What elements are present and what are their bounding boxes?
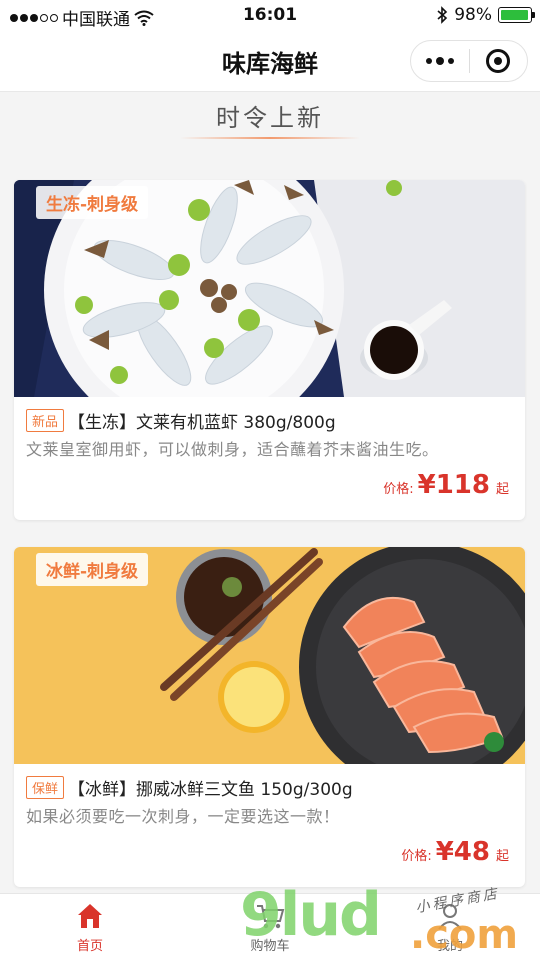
tab-label: 购物车 xyxy=(250,938,290,954)
product-description: 如果必须要吃一次刺身，一定要选这一款！ xyxy=(26,807,340,826)
new-badge: 新品 xyxy=(26,409,65,432)
user-icon xyxy=(438,903,462,930)
price-row: 价格: ¥118 起 xyxy=(383,470,509,500)
price-row: 价格: ¥48 起 xyxy=(401,837,509,867)
nav-bar: 味库海鲜 xyxy=(0,32,540,92)
product-title: 【生冻】文莱有机蓝虾 380g/800g xyxy=(68,413,336,433)
tab-profile[interactable]: 我的 xyxy=(360,894,540,960)
price-value: ¥118 xyxy=(417,470,490,500)
product-title-row: 新品 【生冻】文莱有机蓝虾 380g/800g xyxy=(26,408,336,433)
close-miniprogram-button[interactable] xyxy=(469,41,527,81)
product-card[interactable]: 冰鲜-刺身级 保鲜 【冰鲜】挪威冰鲜三文鱼 150g/300g 如果必须要吃一次… xyxy=(14,547,525,887)
tab-cart[interactable]: 购物车 xyxy=(180,894,360,960)
status-bar: 中国联通 16:01 98% xyxy=(0,0,540,32)
bluetooth-icon xyxy=(437,6,448,24)
product-tag: 冰鲜-刺身级 xyxy=(36,553,149,586)
section-underline xyxy=(180,137,360,139)
tab-label: 首页 xyxy=(76,938,103,954)
tab-label: 我的 xyxy=(436,938,463,954)
product-image: 冰鲜-刺身级 xyxy=(14,547,525,764)
target-icon xyxy=(486,49,511,73)
home-icon xyxy=(78,903,102,928)
price-label: 价格: xyxy=(383,482,414,497)
product-image: 生冻-刺身级 xyxy=(14,180,525,397)
battery-percent: 98% xyxy=(454,5,492,25)
fresh-badge: 保鲜 xyxy=(26,776,65,799)
battery-icon xyxy=(498,7,535,23)
section-title: 时令上新 xyxy=(216,104,324,132)
tab-home[interactable]: 首页 xyxy=(0,894,180,960)
miniprogram-capsule xyxy=(410,40,528,82)
tab-bar: 首页 购物车 我的 xyxy=(0,893,540,960)
product-description: 文莱皇室御用虾，可以做刺身，适合蘸着芥末酱油生吃。 xyxy=(26,440,439,459)
more-menu-button[interactable] xyxy=(411,41,469,81)
cart-icon xyxy=(257,904,285,928)
product-title: 【冰鲜】挪威冰鲜三文鱼 150g/300g xyxy=(68,780,353,800)
price-value: ¥48 xyxy=(435,837,490,867)
price-label: 价格: xyxy=(401,849,432,864)
product-card[interactable]: 生冻-刺身级 新品 【生冻】文莱有机蓝虾 380g/800g 文莱皇室御用虾，可… xyxy=(14,180,525,520)
price-suffix: 起 xyxy=(495,849,509,864)
product-title-row: 保鲜 【冰鲜】挪威冰鲜三文鱼 150g/300g xyxy=(26,775,353,800)
product-tag: 生冻-刺身级 xyxy=(36,186,149,219)
price-suffix: 起 xyxy=(495,482,509,497)
